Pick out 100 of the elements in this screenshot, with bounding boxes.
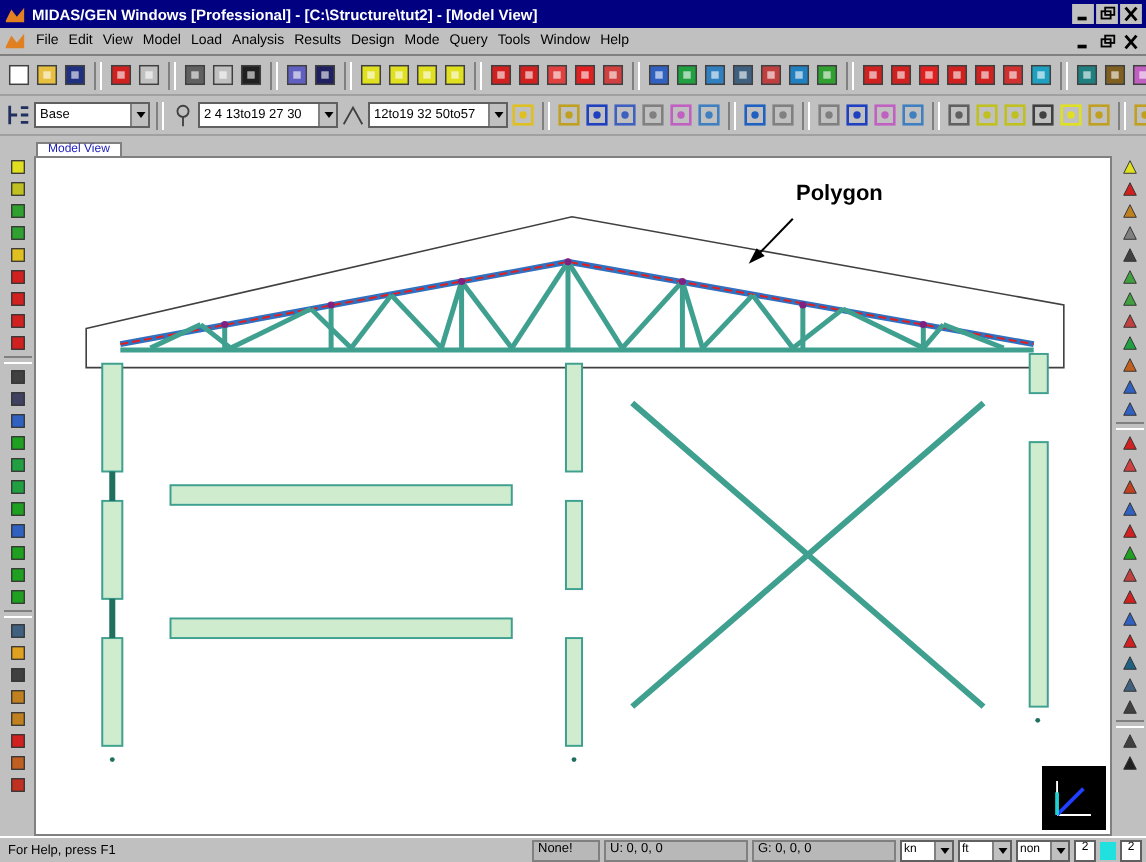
toolbar-icon[interactable] [758,62,784,88]
toolbar-icon[interactable] [5,642,29,664]
toolbar-icon[interactable] [1117,730,1141,752]
toolbar-icon[interactable] [414,62,440,88]
toolbar-icon[interactable] [1117,752,1141,774]
toolbar-icon[interactable] [844,102,870,128]
toolbar-icon[interactable] [5,288,29,310]
toolbar-icon[interactable] [730,62,756,88]
toolbar-icon[interactable] [442,62,468,88]
toolbar-icon[interactable] [1117,542,1141,564]
toolbar-icon[interactable] [544,62,570,88]
minimize-icon[interactable] [1072,4,1094,24]
toolbar-icon[interactable] [5,620,29,642]
toolbar-icon[interactable] [1117,156,1141,178]
toolbar-icon[interactable] [5,200,29,222]
toolbar-icon[interactable] [312,62,338,88]
toolbar-icon[interactable] [814,62,840,88]
toolbar-icon[interactable] [944,62,970,88]
toolbar-icon[interactable] [1117,476,1141,498]
toolbar-icon[interactable] [5,686,29,708]
toolbar-icon[interactable] [5,156,29,178]
toolbar-icon[interactable] [1117,244,1141,266]
toolbar-icon[interactable] [5,586,29,608]
toolbar-icon[interactable] [1074,62,1100,88]
story-icon[interactable] [6,102,32,128]
toolbar-icon[interactable] [1102,62,1128,88]
toolbar-icon[interactable] [5,752,29,774]
toolbar-icon[interactable] [5,388,29,410]
element-icon[interactable] [340,102,366,128]
toolbar-icon[interactable] [358,62,384,88]
toolbar-icon[interactable] [1117,586,1141,608]
toolbar-icon[interactable] [786,62,812,88]
toolbar-icon[interactable] [1117,520,1141,542]
toolbar-icon[interactable] [6,62,32,88]
toolbar-icon[interactable] [1117,332,1141,354]
toolbar-icon[interactable] [1117,652,1141,674]
toolbar-icon[interactable] [1117,696,1141,718]
toolbar-icon[interactable] [1117,674,1141,696]
toolbar-icon[interactable] [702,62,728,88]
toolbar-icon[interactable] [1117,498,1141,520]
toolbar-icon[interactable] [572,62,598,88]
toolbar-icon[interactable] [5,542,29,564]
toolbar-icon[interactable] [5,432,29,454]
toolbar-icon[interactable] [5,178,29,200]
toolbar-icon[interactable] [1117,200,1141,222]
toolbar-icon[interactable] [1117,288,1141,310]
toolbar-icon[interactable] [5,708,29,730]
toolbar-icon[interactable] [584,102,610,128]
toolbar-icon[interactable] [62,62,88,88]
toolbar-icon[interactable] [1028,62,1054,88]
toolbar-icon[interactable] [5,332,29,354]
toolbar-icon[interactable] [5,564,29,586]
toolbar-icon[interactable] [5,520,29,542]
toolbar-icon[interactable] [1117,310,1141,332]
toolbar-icon[interactable] [1030,102,1056,128]
toolbar-icon[interactable] [5,774,29,796]
toolbar-icon[interactable] [1117,454,1141,476]
toolbar-icon[interactable] [5,244,29,266]
toolbar-icon[interactable] [108,62,134,88]
toolbar-icon[interactable] [1117,608,1141,630]
toolbar-icon[interactable] [136,62,162,88]
toolbar-icon[interactable] [5,222,29,244]
toolbar-icon[interactable] [1000,62,1026,88]
toolbar-icon[interactable] [600,62,626,88]
toolbar-icon[interactable] [1117,564,1141,586]
toolbar-icon[interactable] [1117,222,1141,244]
toolbar-icon[interactable] [5,730,29,752]
close-icon[interactable] [1120,4,1142,24]
toolbar-icon[interactable] [5,664,29,686]
toolbar-icon[interactable] [210,62,236,88]
toolbar-icon[interactable] [5,410,29,432]
toolbar-icon[interactable] [972,62,998,88]
toolbar-icon[interactable] [646,62,672,88]
toolbar-icon[interactable] [386,62,412,88]
toolbar-icon[interactable] [284,62,310,88]
toolbar-icon[interactable] [674,62,700,88]
toolbar-icon[interactable] [860,62,886,88]
toolbar-icon[interactable] [888,62,914,88]
toolbar-icon[interactable] [1117,398,1141,420]
restore-icon[interactable] [1096,4,1118,24]
toolbar-icon[interactable] [182,62,208,88]
toolbar-icon[interactable] [488,62,514,88]
toolbar-icon[interactable] [5,310,29,332]
toolbar-icon[interactable] [5,266,29,288]
toolbar-icon[interactable] [1117,178,1141,200]
toolbar-icon[interactable] [5,476,29,498]
toolbar-icon[interactable] [1117,376,1141,398]
toolbar-icon[interactable] [34,62,60,88]
toolbar-icon[interactable] [5,498,29,520]
toolbar-icon[interactable] [1117,630,1141,652]
toolbar-icon[interactable] [1117,354,1141,376]
toolbar-icon[interactable] [238,62,264,88]
toolbar-icon[interactable] [1117,266,1141,288]
toolbar-icon[interactable] [516,62,542,88]
toolbar-icon[interactable] [5,454,29,476]
toolbar-icon[interactable] [916,62,942,88]
toolbar-icon[interactable] [5,366,29,388]
restore-icon[interactable] [1096,31,1118,51]
toolbar-icon[interactable] [1117,432,1141,454]
close-icon[interactable] [1120,31,1142,51]
